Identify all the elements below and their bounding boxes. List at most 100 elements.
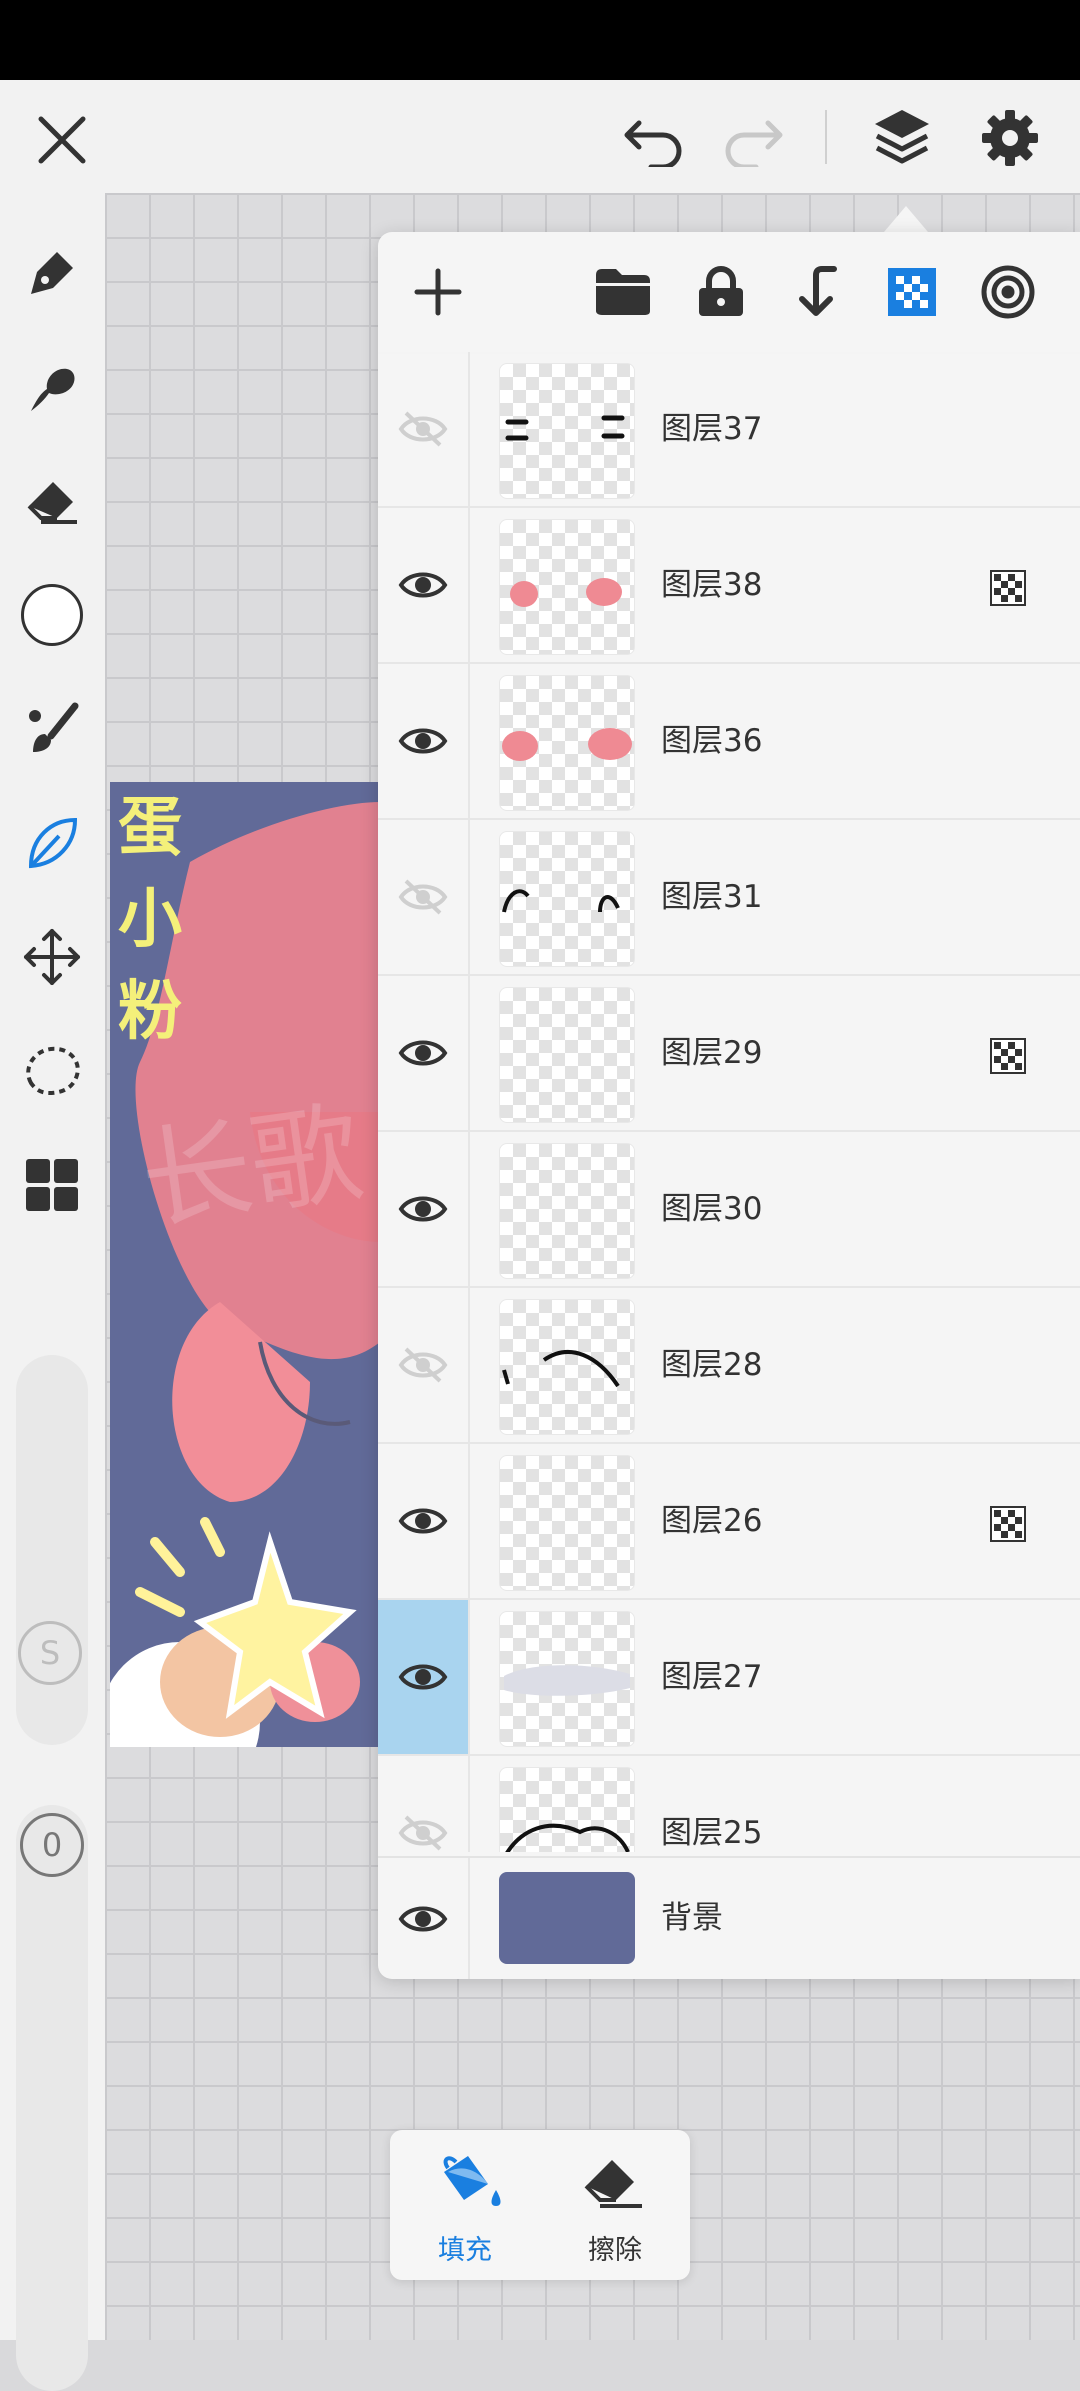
redo-icon[interactable] (712, 100, 792, 180)
erase-button[interactable]: 擦除 (540, 2130, 690, 2280)
add-layer-icon[interactable] (398, 252, 478, 332)
brush-icon[interactable] (12, 689, 92, 769)
visibility-toggle[interactable] (378, 1858, 470, 1979)
eye-hidden-icon (398, 879, 448, 915)
alpha-lock-icon[interactable] (990, 1038, 1026, 1074)
eraser-icon[interactable] (12, 461, 92, 541)
eye-icon (398, 1664, 448, 1690)
eye-hidden-icon (398, 1347, 448, 1383)
fill-label: 填充 (438, 2235, 492, 2266)
layer-name: 图层29 (661, 1035, 763, 1071)
artwork-title-char: 蛋 (118, 791, 182, 865)
layer-thumbnail (499, 831, 635, 967)
artwork-watermark: 长歌 (133, 1088, 370, 1246)
undo-icon[interactable] (615, 100, 695, 180)
layer-row[interactable]: 图层36 (378, 664, 1080, 820)
layer-thumbnail (499, 363, 635, 499)
smudge-icon[interactable] (12, 348, 92, 428)
size-slider[interactable]: S (16, 1355, 88, 1745)
eye-icon (398, 1196, 448, 1222)
panel-caret (884, 206, 928, 232)
layer-name: 图层31 (661, 879, 763, 915)
layer-name: 图层25 (661, 1815, 763, 1851)
merge-down-icon[interactable] (776, 252, 856, 332)
layer-row[interactable]: 图层25 (378, 1756, 1080, 1852)
eye-hidden-icon (398, 1815, 448, 1851)
layer-thumbnail (499, 675, 635, 811)
visibility-toggle[interactable] (378, 976, 470, 1130)
layer-row[interactable]: 图层26 (378, 1444, 1080, 1600)
layer-thumbnail (499, 1767, 635, 1852)
settings-icon[interactable] (970, 98, 1050, 178)
layer-row[interactable]: 图层38 (378, 508, 1080, 664)
layer-name: 图层26 (661, 1503, 763, 1539)
layer-name: 图层37 (661, 411, 763, 447)
visibility-toggle[interactable] (378, 1600, 470, 1754)
eye-icon (398, 1040, 448, 1066)
folder-icon[interactable] (583, 252, 663, 332)
fill-button[interactable]: 填充 (390, 2130, 540, 2280)
layer-thumbnail (499, 987, 635, 1123)
eye-icon (398, 1906, 448, 1931)
move-icon[interactable] (12, 917, 92, 997)
reference-icon[interactable] (968, 252, 1048, 332)
layer-panel-toolbar (378, 232, 1080, 354)
toolbar-divider (825, 110, 827, 164)
layer-row[interactable]: 图层27 (378, 1600, 1080, 1756)
layer-thumbnail (499, 1455, 635, 1591)
layer-row[interactable]: 图层30 (378, 1132, 1080, 1288)
paint-bucket-icon (443, 2156, 501, 2206)
pen-icon[interactable] (12, 233, 92, 313)
left-toolbar: S 0 (0, 193, 105, 2391)
visibility-toggle[interactable] (378, 1288, 470, 1442)
visibility-toggle[interactable] (378, 820, 470, 974)
eye-icon (398, 728, 448, 754)
layer-name: 图层30 (661, 1191, 763, 1227)
alpha-lock-icon[interactable] (990, 1506, 1026, 1542)
layer-thumbnail (499, 1143, 635, 1279)
layer-panel: 图层37 图层38 图层36 图层31 图层29 图层30 图层28 图层26 … (378, 232, 1080, 1979)
layers-icon[interactable] (862, 96, 942, 176)
eraser-icon (584, 2160, 642, 2208)
alpha-checker-icon[interactable] (872, 252, 952, 332)
artwork-title-char: 粉 (118, 975, 182, 1049)
layer-name: 图层38 (661, 567, 763, 603)
artwork-title-char: 小 (118, 883, 182, 957)
grid-icon[interactable] (12, 1145, 92, 1225)
lasso-icon[interactable] (12, 1031, 92, 1111)
lock-icon[interactable] (681, 252, 761, 332)
visibility-toggle[interactable] (378, 1132, 470, 1286)
layer-thumbnail (499, 1611, 635, 1747)
opacity-slider[interactable]: 0 (16, 1805, 88, 2391)
opacity-label: 0 (20, 1813, 84, 1877)
layer-thumbnail (499, 1299, 635, 1435)
layer-row[interactable]: 图层29 (378, 976, 1080, 1132)
eye-icon (398, 1508, 448, 1534)
layer-list[interactable]: 图层37 图层38 图层36 图层31 图层29 图层30 图层28 图层26 … (378, 352, 1080, 1852)
size-label: S (18, 1621, 82, 1685)
layer-row[interactable]: 图层37 (378, 352, 1080, 508)
visibility-toggle[interactable] (378, 1444, 470, 1598)
visibility-toggle[interactable] (378, 664, 470, 818)
fill-erase-popup: 填充 擦除 (390, 2130, 690, 2280)
status-bar (0, 0, 1080, 80)
alpha-lock-icon[interactable] (990, 570, 1026, 606)
artwork-canvas[interactable]: 蛋 小 粉 长歌 (110, 782, 380, 1747)
layer-row[interactable]: 图层31 (378, 820, 1080, 976)
background-color-swatch (499, 1872, 635, 1964)
leaf-brush-icon[interactable] (12, 803, 92, 883)
background-layer-row[interactable]: 背景 (378, 1856, 1080, 1979)
layer-name: 图层36 (661, 723, 763, 759)
layer-name: 背景 (661, 1900, 723, 1936)
erase-label: 擦除 (588, 2235, 642, 2266)
top-toolbar (0, 80, 1080, 193)
eye-icon (398, 572, 448, 598)
visibility-toggle[interactable] (378, 508, 470, 662)
close-icon[interactable] (22, 100, 102, 180)
visibility-toggle[interactable] (378, 1756, 470, 1852)
visibility-toggle[interactable] (378, 352, 470, 506)
eye-hidden-icon (398, 411, 448, 447)
color-swatch[interactable] (12, 575, 92, 655)
layer-row[interactable]: 图层28 (378, 1288, 1080, 1444)
layer-name: 图层27 (661, 1659, 763, 1695)
